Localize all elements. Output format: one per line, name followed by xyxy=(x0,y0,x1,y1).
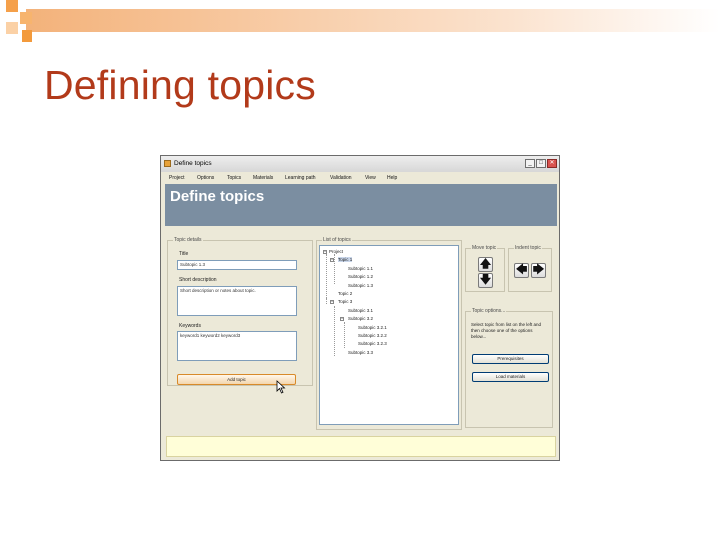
prerequisites-button[interactable]: Prerequisites xyxy=(472,354,549,364)
up-arrow-icon: 🡅 xyxy=(479,258,492,270)
load-materials-button[interactable]: Load materials xyxy=(472,372,549,382)
decor-square xyxy=(22,30,32,42)
title-input[interactable]: Subtopic 1.3 xyxy=(177,260,297,270)
window-title: Define topics xyxy=(174,160,212,167)
close-button[interactable]: ✕ xyxy=(547,159,557,168)
menu-materials[interactable]: Materials xyxy=(253,175,273,181)
banner-title: Define topics xyxy=(170,188,265,205)
tree-item[interactable]: Subtopic 3.2.2 xyxy=(358,333,387,338)
short-description-label: Short description xyxy=(179,277,217,283)
tree-expander-icon[interactable]: − xyxy=(330,300,334,305)
menu-options[interactable]: Options xyxy=(197,175,214,181)
tree-guide xyxy=(334,306,335,356)
menu-learning-path[interactable]: Learning path xyxy=(285,175,316,181)
tree-item[interactable]: Topic 3 xyxy=(338,299,352,304)
tree-guide xyxy=(326,254,327,298)
indent-topic-label: Indent topic xyxy=(514,245,542,251)
menu-topics[interactable]: Topics xyxy=(227,175,241,181)
title-bar[interactable]: Define topics _ □ ✕ xyxy=(161,156,559,173)
tree-expander-icon[interactable]: − xyxy=(323,250,327,254)
app-window: Define topics _ □ ✕ Project Options Topi… xyxy=(160,155,560,461)
topic-options-label: Topic options... xyxy=(471,308,507,314)
topic-details-label: Topic details xyxy=(173,237,203,243)
menu-view[interactable]: View xyxy=(365,175,376,181)
short-description-textarea[interactable]: Short description or notes about topic. xyxy=(177,286,297,316)
tree-guide xyxy=(334,254,335,284)
keywords-label: Keywords xyxy=(179,323,201,329)
topic-tree[interactable]: − Project − Topic 1 Subtopic 1.1 Subtopic 1.2… xyxy=(319,245,459,425)
tree-item[interactable]: Subtopic 1.1 xyxy=(348,266,373,271)
tree-expander-icon[interactable]: − xyxy=(330,258,334,263)
tree-item[interactable]: Project xyxy=(329,249,343,254)
tree-item[interactable]: Topic 1 xyxy=(338,257,353,263)
decor-square xyxy=(6,22,18,34)
app-icon xyxy=(164,160,171,167)
left-arrow-icon: 🡄 xyxy=(515,264,528,276)
tree-expander-icon[interactable]: − xyxy=(340,317,344,322)
tree-guide xyxy=(344,322,345,348)
maximize-button[interactable]: □ xyxy=(536,159,546,168)
minimize-button[interactable]: _ xyxy=(525,159,535,168)
slide-title: Defining topics xyxy=(44,62,316,108)
header-gradient-bar xyxy=(26,9,720,32)
mouse-cursor-icon xyxy=(276,380,286,394)
header-banner: Define topics xyxy=(165,184,557,226)
move-up-button[interactable]: 🡅 xyxy=(478,257,493,272)
tree-item[interactable]: Subtopic 1.2 xyxy=(348,274,373,279)
move-topic-group: Move topic 🡅 🡇 xyxy=(465,245,505,292)
tree-item[interactable]: Topic 2 xyxy=(338,291,352,296)
list-of-topics-label: List of topics xyxy=(322,237,352,243)
topic-details-group: Topic details Title Subtopic 1.3 Short d… xyxy=(167,237,313,386)
right-arrow-icon: 🡆 xyxy=(532,264,545,276)
keywords-textarea[interactable]: keyword1 keyword2 keyword3 xyxy=(177,331,297,361)
tree-item[interactable]: Subtopic 3.2.1 xyxy=(358,325,387,330)
down-arrow-icon: 🡇 xyxy=(479,274,492,286)
menu-bar: Project Options Topics Materials Learnin… xyxy=(161,172,559,184)
tree-item[interactable]: Subtopic 1.3 xyxy=(348,283,373,288)
indent-topic-group: Indent topic 🡄 🡆 xyxy=(508,245,552,292)
status-bar xyxy=(166,436,556,457)
decor-square xyxy=(6,0,18,12)
topic-options-group: Topic options... Select topic from list … xyxy=(465,308,553,428)
topic-options-help-text: Select topic from list on the left and t… xyxy=(471,322,542,339)
tree-item[interactable]: Subtopic 3.1 xyxy=(348,308,373,313)
menu-help[interactable]: Help xyxy=(387,175,397,181)
outdent-button[interactable]: 🡄 xyxy=(514,263,529,278)
title-label: Title xyxy=(179,251,189,257)
menu-validation[interactable]: Validation xyxy=(330,175,352,181)
tree-item[interactable]: Subtopic 3.2 xyxy=(348,316,373,321)
tree-item[interactable]: Subtopic 3.3 xyxy=(348,350,373,355)
indent-button[interactable]: 🡆 xyxy=(531,263,546,278)
tree-item[interactable]: Subtopic 3.2.3 xyxy=(358,341,387,346)
decor-square xyxy=(20,12,32,24)
tree-guide xyxy=(326,298,327,304)
move-topic-label: Move topic xyxy=(471,245,498,251)
menu-project[interactable]: Project xyxy=(169,175,185,181)
move-down-button[interactable]: 🡇 xyxy=(478,273,493,288)
